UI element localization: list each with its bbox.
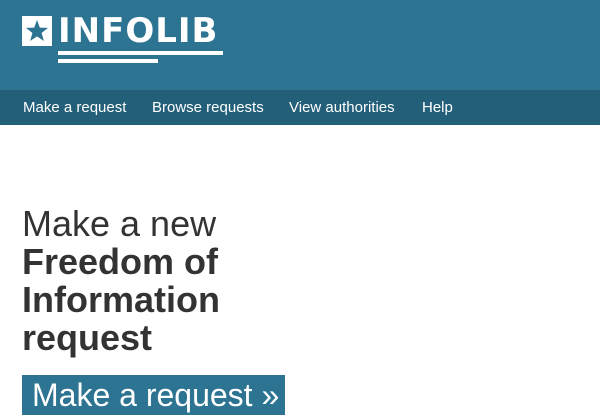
hero-line-2: Freedom of (22, 241, 219, 282)
star-icon (26, 20, 48, 41)
nav-view-authorities[interactable]: View authorities (289, 90, 395, 125)
nav-help[interactable]: Help (422, 90, 453, 125)
logo-underline-short (58, 59, 158, 63)
nav-make-request[interactable]: Make a request (23, 90, 126, 125)
main-navigation: Make a request Browse requests View auth… (0, 90, 600, 125)
hero-heading: Make a new Freedom of Information reques… (22, 205, 382, 357)
hero-line-1: Make a new (22, 203, 217, 244)
hero-line-3: Information (22, 279, 220, 320)
site-header: INFOLIB (0, 0, 600, 90)
logo-wordmark: INFOLIB (58, 11, 219, 51)
logo-underline (58, 51, 223, 55)
hero-line-4: request (22, 317, 153, 358)
logo-star-badge (22, 16, 52, 46)
nav-browse-requests[interactable]: Browse requests (152, 90, 264, 125)
site-logo[interactable]: INFOLIB (22, 11, 227, 68)
make-request-button[interactable]: Make a request » (22, 375, 285, 415)
